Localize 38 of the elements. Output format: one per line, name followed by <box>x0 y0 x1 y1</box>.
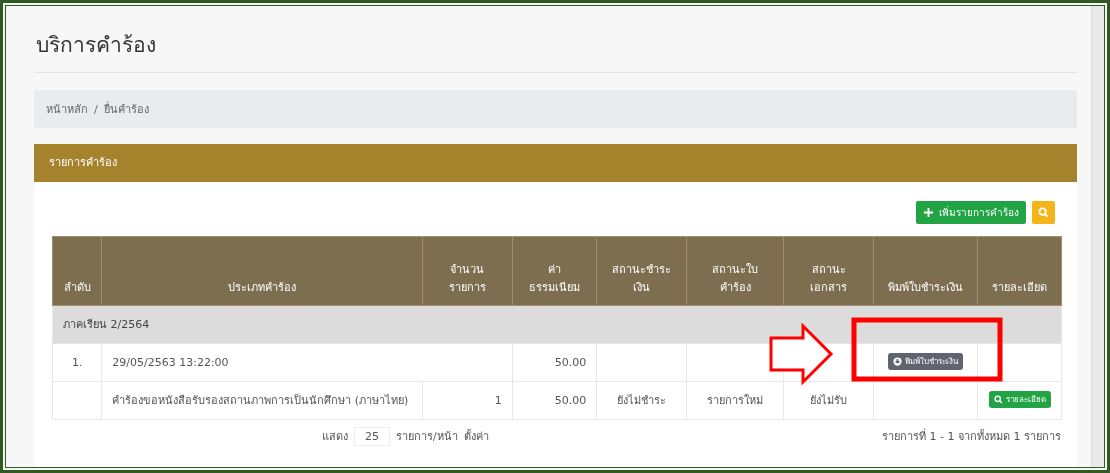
column-header: สถานะใบ คำร้อง <box>686 236 784 306</box>
page-title: บริการคำร้อง <box>36 32 157 59</box>
plus-icon <box>923 207 934 218</box>
search-button[interactable] <box>1032 201 1055 224</box>
show-label: แสดง <box>322 429 348 445</box>
table-cell: 50.00 <box>512 381 597 420</box>
column-header: ลำดับ <box>52 236 102 306</box>
breadcrumb-link[interactable]: หน้าหลัก <box>46 100 88 118</box>
card-header: รายการคำร้อง <box>34 144 1077 182</box>
print-icon <box>893 357 903 366</box>
column-header: สถานะชำระ เงิน <box>596 236 687 306</box>
column-header: ประเภทคำร้อง <box>101 236 423 306</box>
column-header: ค่า ธรรมเนียม <box>512 236 597 306</box>
search-icon <box>993 395 1003 404</box>
column-header: รายละเอียด <box>977 236 1062 306</box>
print-payment-button[interactable]: พิมพ์ใบชำระเงิน <box>888 353 964 370</box>
column-header: สถานะ เอกสาร <box>783 236 874 306</box>
table-cell: คำร้องขอหนังสือรับรองสถานภาพการเป็นนักศึกษา (ภาษาไทย) <box>101 381 423 420</box>
breadcrumb-separator: / <box>94 102 98 116</box>
table-cell: รายการใหม่ <box>686 381 784 420</box>
column-header: พิมพ์ใบชำระเงิน <box>873 236 978 306</box>
detail-button[interactable]: รายละเอียด <box>988 391 1051 408</box>
settings-link[interactable]: ตั้งค่า <box>463 427 489 445</box>
add-request-button[interactable]: เพิ่มรายการคำร้อง <box>916 201 1026 224</box>
breadcrumb-link[interactable]: ยื่นคำร้อง <box>103 100 149 118</box>
table-cell: 50.00 <box>512 343 597 382</box>
table-cell: 1. <box>52 343 102 382</box>
group-row-label: ภาคเรียน 2/2564 <box>52 305 1062 344</box>
scrollbar[interactable] <box>1091 6 1104 467</box>
page-size-field[interactable]: 25 <box>354 426 390 446</box>
table-cell: ยังไม่ชำระ <box>596 381 687 420</box>
column-header: จำนวน รายการ <box>422 236 513 306</box>
search-icon <box>1038 207 1049 218</box>
table-cell: 29/05/2563 13:22:00 <box>101 343 513 382</box>
table-cell: 1 <box>422 381 513 420</box>
per-page-label: รายการ/หน้า <box>396 429 458 445</box>
record-summary: รายการที่ 1 - 1 จากทั้งหมด 1 รายการ <box>882 427 1061 445</box>
annotation-arrow <box>769 322 834 386</box>
